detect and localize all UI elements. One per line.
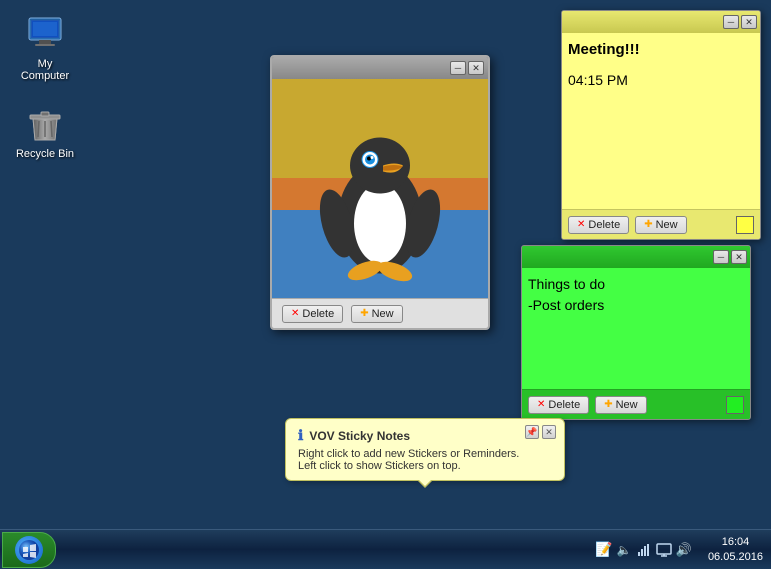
penguin-new-button[interactable]: ✚ New (351, 305, 402, 323)
sticky-green-new-button[interactable]: ✚ New (595, 396, 646, 414)
systray: 📝 🔈 🔊 (588, 542, 700, 558)
notification-popup: 📌 ✕ ℹ VOV Sticky Notes Right click to ad… (285, 418, 565, 481)
my-computer-icon[interactable]: My Computer (10, 10, 80, 86)
clock-time: 16:04 (722, 535, 750, 549)
sticky-yellow-footer: ✕ Delete ✚ New (562, 209, 760, 239)
delete-x-icon: ✕ (291, 308, 299, 319)
speaker-tray-icon[interactable]: 🔈 (616, 542, 632, 558)
sticky-yellow-swatch[interactable] (736, 216, 754, 234)
start-button[interactable] (2, 532, 56, 568)
my-computer-label: My Computer (14, 58, 76, 82)
green-new-label: New (616, 399, 638, 411)
start-logo (15, 536, 43, 564)
sticky-yellow-line3: 04:15 PM (568, 70, 754, 91)
yellow-delete-icon: ✕ (577, 219, 585, 230)
notif-line2: Left click to show Stickers on top. (298, 460, 552, 472)
yellow-new-icon: ✚ (644, 219, 652, 230)
network-icon-svg (637, 543, 651, 557)
notif-line1: Right click to add new Stickers or Remin… (298, 448, 552, 460)
network-tray-icon[interactable] (636, 542, 652, 558)
volume-tray-icon[interactable]: 🔊 (676, 542, 692, 558)
notif-pin-btn[interactable]: 📌 (525, 425, 539, 439)
penguin-window: ─ ✕ (270, 55, 490, 330)
penguin-new-label: New (372, 308, 394, 320)
sticky-yellow-content: Meeting!!! 04:15 PM (562, 33, 760, 209)
penguin-close-btn[interactable]: ✕ (468, 61, 484, 75)
sticky-yellow-minimize-btn[interactable]: ─ (723, 15, 739, 29)
penguin-footer: ✕ Delete ✚ New (272, 298, 488, 328)
yellow-delete-label: Delete (588, 219, 620, 231)
sticky-green-titlebar: ─ ✕ (522, 246, 750, 268)
sticky-green-swatch[interactable] (726, 396, 744, 414)
penguin-minimize-btn[interactable]: ─ (450, 61, 466, 75)
clock-area: 16:04 06.05.2016 (700, 535, 771, 564)
sticky-green-minimize-btn[interactable]: ─ (713, 250, 729, 264)
display-icon-svg (656, 543, 672, 557)
sticky-green-delete-button[interactable]: ✕ Delete (528, 396, 589, 414)
sticky-green-line1: Things to do (528, 274, 744, 295)
penguin-canvas (272, 79, 488, 298)
penguin-svg (315, 103, 445, 293)
sticky-yellow-titlebar: ─ ✕ (562, 11, 760, 33)
my-computer-svg (25, 14, 65, 54)
sticky-yellow-window: ─ ✕ Meeting!!! 04:15 PM ✕ Delete ✚ New (561, 10, 761, 240)
green-new-icon: ✚ (604, 399, 612, 410)
desktop: My Computer Recycle Bin (0, 0, 771, 529)
taskbar: 📝 🔈 🔊 16:04 06.05.2016 (0, 529, 771, 569)
sticky-tray-icon[interactable]: 📝 (596, 542, 612, 558)
windows-orb-svg (18, 539, 40, 561)
notification-header: ℹ VOV Sticky Notes (298, 427, 552, 444)
sticky-green-window: ─ ✕ Things to do -Post orders ✕ Delete ✚… (521, 245, 751, 420)
green-delete-label: Delete (548, 399, 580, 411)
sticky-yellow-line1: Meeting!!! (568, 39, 754, 62)
sticky-green-line2: -Post orders (528, 295, 744, 316)
notif-close-btns: 📌 ✕ (525, 425, 556, 439)
notif-info-icon: ℹ (298, 427, 303, 444)
recycle-bin-icon[interactable]: Recycle Bin (10, 100, 80, 164)
clock-date: 06.05.2016 (708, 550, 763, 564)
notif-title: VOV Sticky Notes (309, 429, 410, 443)
penguin-delete-label: Delete (302, 308, 334, 320)
sticky-yellow-new-button[interactable]: ✚ New (635, 216, 686, 234)
sticky-green-content: Things to do -Post orders (522, 268, 750, 389)
recycle-bin-svg (25, 104, 65, 144)
sticky-yellow-close-btn[interactable]: ✕ (741, 15, 757, 29)
sticky-yellow-spacer (568, 62, 754, 70)
sticky-green-close-btn[interactable]: ✕ (731, 250, 747, 264)
notif-close-btn[interactable]: ✕ (542, 425, 556, 439)
penguin-titlebar: ─ ✕ (272, 57, 488, 79)
display-tray-icon[interactable] (656, 542, 672, 558)
penguin-delete-button[interactable]: ✕ Delete (282, 305, 343, 323)
recycle-bin-label: Recycle Bin (16, 148, 74, 160)
sticky-green-footer: ✕ Delete ✚ New (522, 389, 750, 419)
new-plus-icon: ✚ (360, 308, 368, 319)
yellow-new-label: New (656, 219, 678, 231)
green-delete-icon: ✕ (537, 399, 545, 410)
sticky-yellow-delete-button[interactable]: ✕ Delete (568, 216, 629, 234)
